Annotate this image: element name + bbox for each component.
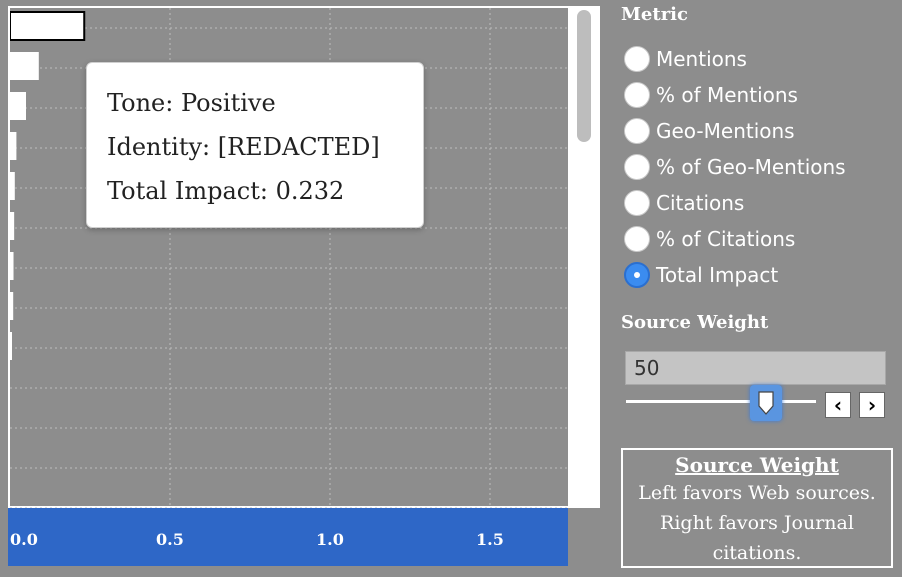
metric-option-pct-mentions[interactable]: % of Mentions: [624, 80, 798, 110]
radio-label: % of Geo-Mentions: [656, 155, 846, 179]
bar[interactable]: [10, 92, 26, 120]
bar[interactable]: [10, 52, 39, 80]
tooltip-identity: Identity: [REDACTED]: [107, 133, 380, 161]
chevron-left-icon: ‹: [833, 393, 843, 417]
chart-scrollbar[interactable]: [568, 6, 600, 508]
bar-highlighted[interactable]: [10, 11, 86, 41]
radio-label: % of Citations: [656, 227, 796, 251]
bar[interactable]: [10, 252, 14, 280]
radio-button[interactable]: [624, 154, 650, 180]
metric-option-mentions[interactable]: Mentions: [624, 44, 747, 74]
radio-button[interactable]: [624, 226, 650, 252]
tooltip-tone: Tone: Positive: [107, 89, 276, 117]
bar-tooltip: Tone: Positive Identity: [REDACTED] Tota…: [86, 62, 424, 228]
x-tick-label: 0.5: [156, 530, 184, 549]
next-step-button[interactable]: ›: [859, 392, 885, 418]
radio-label: Total Impact: [656, 263, 779, 287]
source-weight-slider-thumb[interactable]: [750, 385, 782, 421]
info-description: Left favors Web sources. Right favors Jo…: [638, 482, 876, 564]
radio-label: Geo-Mentions: [656, 119, 795, 143]
radio-button-selected[interactable]: [624, 262, 650, 288]
source-weight-input[interactable]: 50: [625, 351, 886, 385]
bar[interactable]: [10, 332, 12, 360]
metric-option-pct-citations[interactable]: % of Citations: [624, 224, 795, 254]
x-tick-label: 1.5: [476, 530, 504, 549]
chevron-right-icon: ›: [867, 393, 877, 417]
radio-button[interactable]: [624, 190, 650, 216]
prev-step-button[interactable]: ‹: [825, 392, 851, 418]
bar[interactable]: [10, 172, 15, 200]
metric-option-geo-mentions[interactable]: Geo-Mentions: [624, 116, 795, 146]
slider-thumb-icon: [758, 391, 774, 415]
tooltip-impact: Total Impact: 0.232: [107, 177, 345, 205]
bar[interactable]: [10, 212, 15, 240]
x-axis: 0.0 0.5 1.0 1.5: [8, 508, 568, 566]
source-weight-info-box: Source Weight Left favors Web sources. R…: [621, 448, 893, 568]
x-tick-label: 1.0: [316, 530, 344, 549]
radio-button[interactable]: [624, 82, 650, 108]
radio-label: Citations: [656, 191, 745, 215]
metric-option-total-impact[interactable]: Total Impact: [624, 260, 778, 290]
metric-option-pct-geo-mentions[interactable]: % of Geo-Mentions: [624, 152, 846, 182]
bar[interactable]: [10, 132, 17, 160]
radio-button[interactable]: [624, 46, 650, 72]
scrollbar-thumb[interactable]: [577, 10, 591, 142]
radio-button[interactable]: [624, 118, 650, 144]
radio-label: Mentions: [656, 47, 747, 71]
metric-title: Metric: [621, 4, 688, 25]
x-tick-label: 0.0: [10, 530, 38, 549]
radio-label: % of Mentions: [656, 83, 798, 107]
metric-option-citations[interactable]: Citations: [624, 188, 744, 218]
bar[interactable]: [10, 292, 14, 320]
source-weight-title: Source Weight: [621, 312, 769, 333]
info-title: Source Weight: [675, 453, 839, 477]
source-weight-slider-track[interactable]: [626, 400, 816, 403]
